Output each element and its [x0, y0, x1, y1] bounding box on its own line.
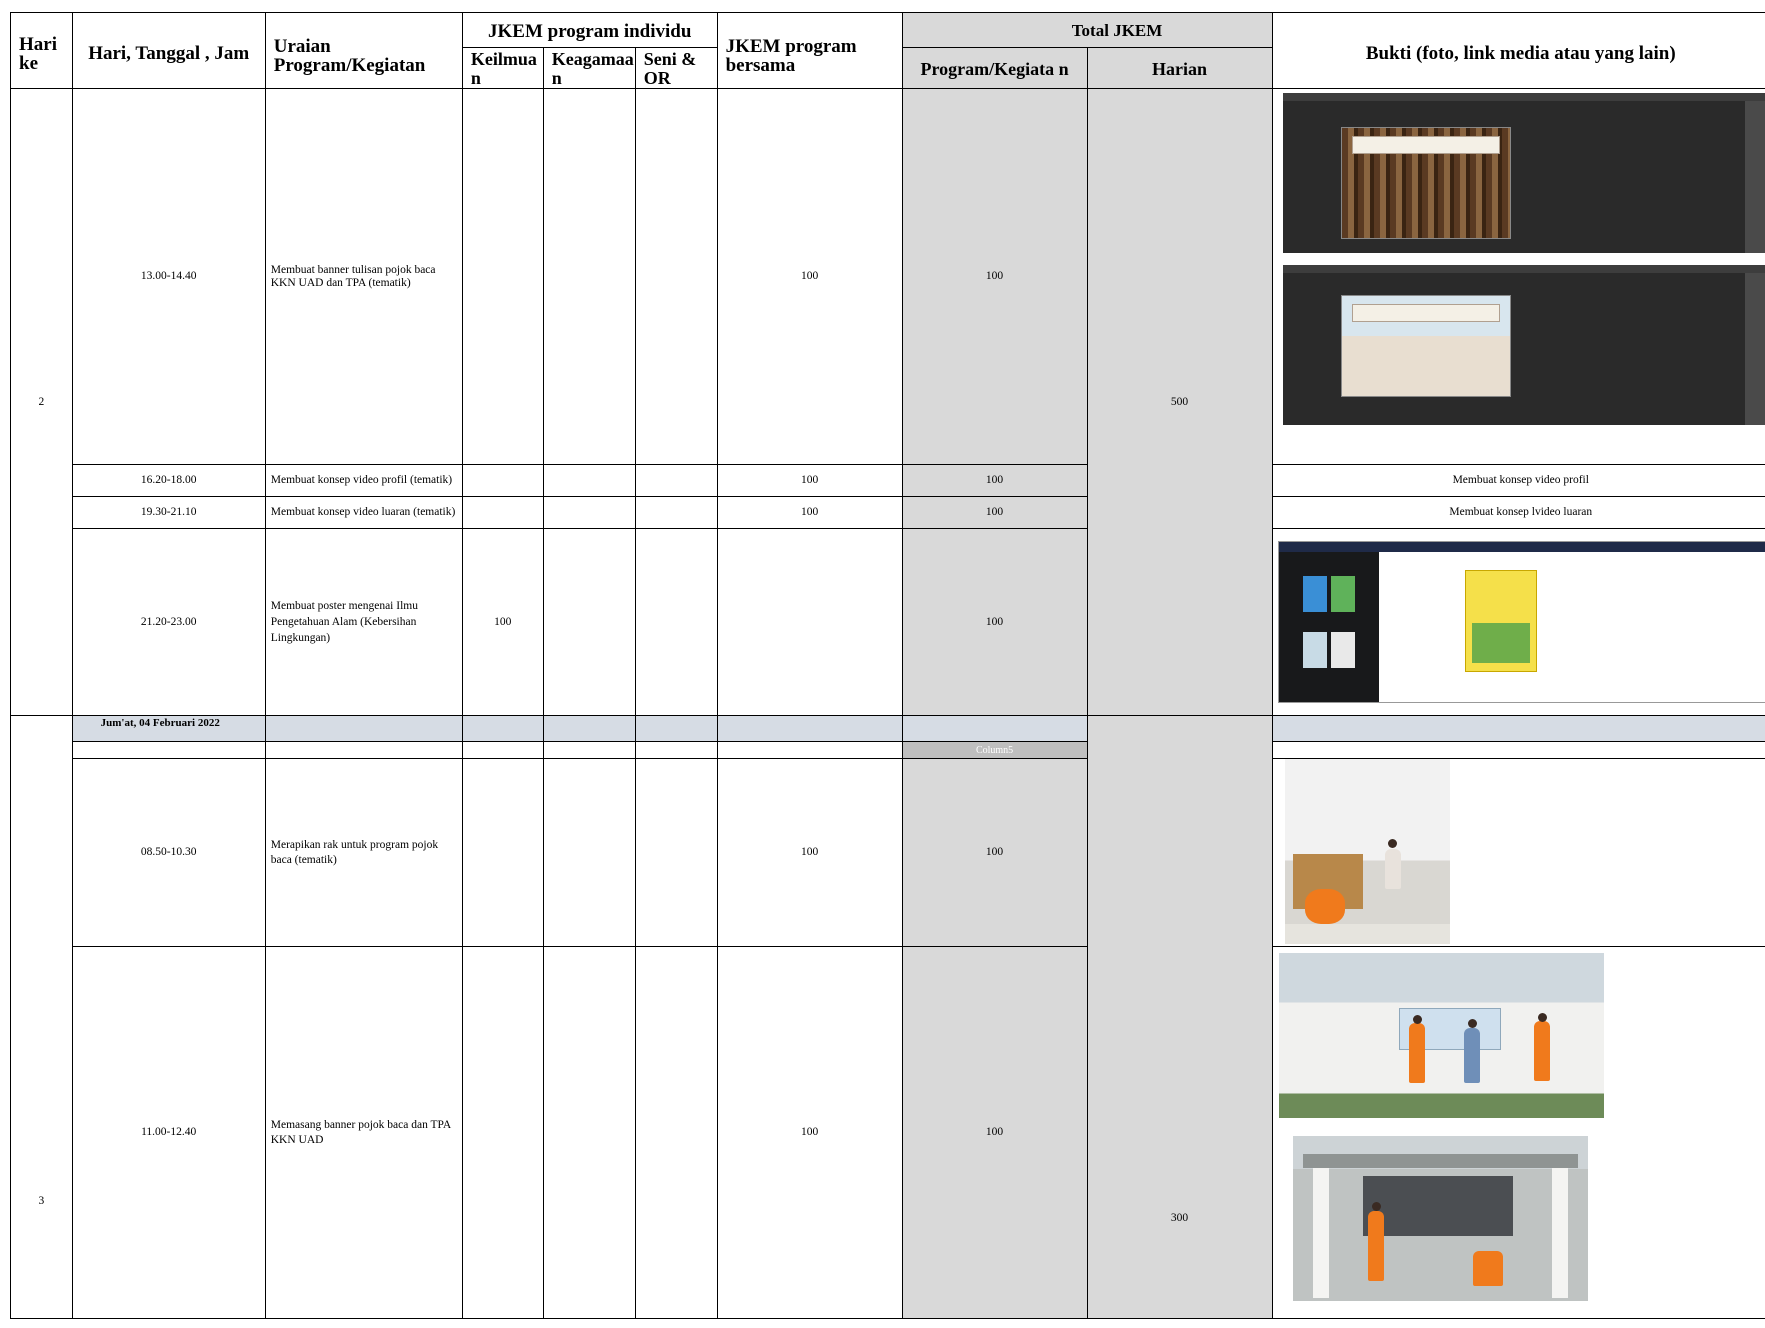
keagamaan-cell — [542, 496, 636, 529]
time-cell: 21.20-23.00 — [71, 528, 266, 716]
hari-ke-cell: 2 — [10, 88, 73, 716]
table-row: 2 13.00-14.40 Membuat banner tulisan poj… — [10, 88, 1765, 716]
header-seni-or: Seni & OR — [634, 47, 718, 89]
header-jkem-individu: JKEM program individu — [461, 12, 718, 48]
seni-or-cell — [634, 464, 718, 497]
photo-installing-banner-gate — [1292, 1136, 1588, 1301]
keilmuan-cell — [461, 496, 544, 529]
seni-or-cell — [634, 496, 718, 529]
date-row: 3 Jum'at, 04 Februari 2022 300 — [10, 715, 1765, 1319]
total-cell: 100 — [901, 946, 1088, 1319]
keagamaan-cell — [542, 464, 636, 497]
keilmuan-cell — [461, 88, 544, 465]
bersama-cell: 100 — [716, 496, 903, 529]
header-hari-ke: Hari ke — [10, 12, 73, 89]
evidence-text: Membuat konsep video profil — [1271, 464, 1765, 497]
time-cell: 11.00-12.40 — [71, 946, 266, 1319]
header-bukti: Bukti (foto, link media atau yang lain) — [1271, 12, 1765, 89]
table-row: 19.30-21.10 Membuat konsep video luaran … — [11, 496, 1765, 529]
time-cell: 19.30-21.10 — [71, 496, 266, 529]
time-cell: 08.50-10.30 — [71, 758, 266, 947]
column-label: Column5 — [901, 741, 1088, 759]
table-row: 21.20-23.00 Membuat poster mengenai Ilmu… — [11, 528, 1765, 716]
date-cell: Jum'at, 04 Februari 2022 — [71, 715, 266, 742]
table-row: 08.50-10.30 Merapikan rak untuk program … — [11, 758, 1765, 947]
table-row: 11.00-12.40 Memasang banner pojok baca d… — [11, 946, 1765, 1319]
seni-or-cell — [634, 88, 718, 465]
header-total-jkem: Total JKEM — [901, 12, 1273, 48]
header-hari-tanggal-jam: Hari, Tanggal , Jam — [71, 12, 266, 89]
keilmuan-cell — [461, 464, 544, 497]
description-cell: Merapikan rak untuk program pojok baca (… — [264, 758, 463, 947]
photoshop-screenshot-mosque-banner — [1282, 265, 1765, 425]
total-cell: 100 — [901, 528, 1088, 716]
bersama-cell: 100 — [716, 88, 903, 465]
description-cell: Membuat konsep video luaran (tematik) — [264, 496, 463, 529]
harian-cell: 300 — [1086, 715, 1273, 1319]
total-cell: 100 — [901, 496, 1088, 529]
header-harian: Harian — [1086, 47, 1273, 89]
canva-editor-screenshot — [1277, 541, 1765, 703]
hari-ke-cell: 3 — [10, 715, 73, 1319]
description-cell: Membuat konsep video profil (tematik) — [264, 464, 463, 497]
photoshop-screenshot-library-banner — [1282, 93, 1765, 253]
total-cell: 100 — [901, 758, 1088, 947]
evidence-text: Membuat konsep lvideo luaran — [1271, 496, 1765, 529]
time-cell: 13.00-14.40 — [71, 88, 266, 465]
evidence-cell — [1271, 758, 1765, 947]
time-cell: 16.20-18.00 — [71, 464, 266, 497]
harian-cell: 500 — [1086, 88, 1273, 716]
description-cell: Memasang banner pojok baca dan TPA KKN U… — [264, 946, 463, 1319]
photo-installing-banner-wall — [1278, 953, 1604, 1118]
keilmuan-cell: 100 — [461, 528, 544, 716]
bersama-cell: 100 — [716, 758, 903, 947]
header-program-kegiatan: Program/Kegiata n — [901, 47, 1088, 89]
bersama-cell: 100 — [716, 464, 903, 497]
header-jkem-bersama: JKEM program bersama — [716, 12, 903, 89]
header-keagamaan: Keagamaa n — [542, 47, 636, 89]
bersama-cell: 100 — [716, 946, 903, 1319]
keagamaan-cell — [542, 528, 636, 716]
header-keilmuan: Keilmua n — [461, 47, 544, 89]
description-cell: Membuat poster mengenai Ilmu Pengetahuan… — [264, 528, 463, 716]
photo-arranging-shelf — [1284, 759, 1450, 944]
activity-log-table: Hari ke Hari, Tanggal , Jam Uraian Progr… — [10, 12, 1765, 1319]
keagamaan-cell — [542, 88, 636, 465]
evidence-cell — [1271, 946, 1765, 1319]
evidence-cell — [1271, 528, 1765, 716]
table-row: 16.20-18.00 Membuat konsep video profil … — [11, 464, 1765, 497]
total-cell: 100 — [901, 464, 1088, 497]
evidence-cell — [1271, 88, 1765, 465]
total-cell: 100 — [901, 88, 1088, 465]
seni-or-cell — [634, 528, 718, 716]
bersama-cell — [716, 528, 903, 716]
header-uraian: Uraian Program/Kegiatan — [264, 12, 463, 89]
description-cell: Membuat banner tulisan pojok baca KKN UA… — [264, 88, 463, 465]
table-row: Column5 — [11, 741, 1765, 759]
